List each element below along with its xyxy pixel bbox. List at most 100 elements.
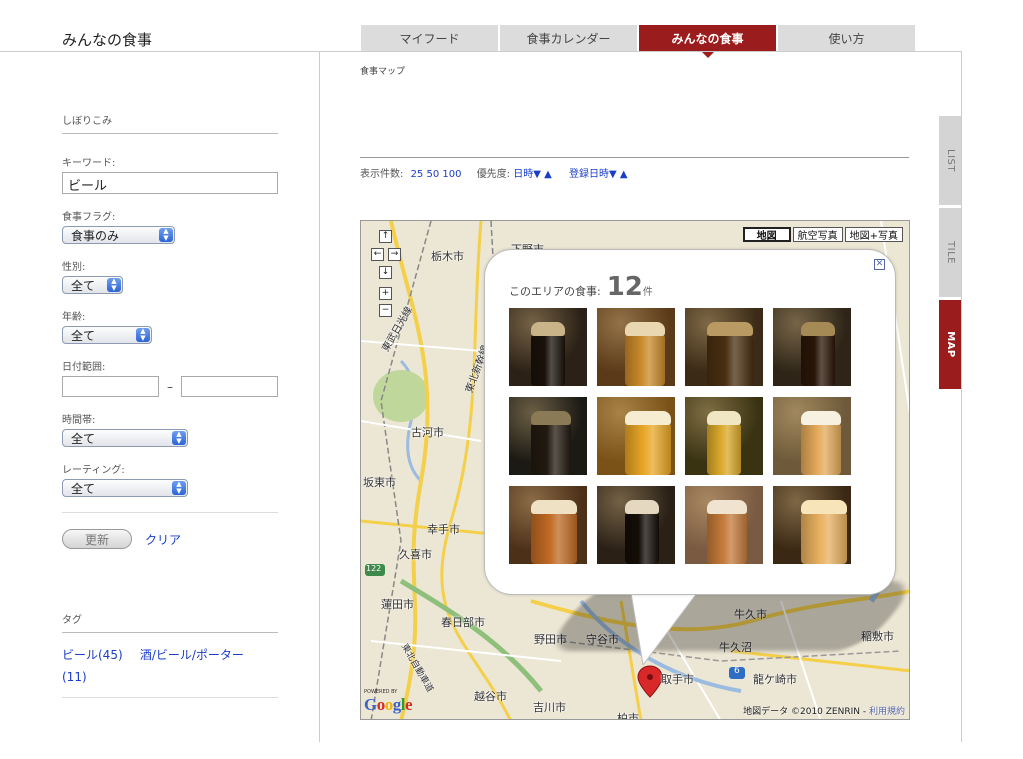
keyword-input[interactable]: ビール	[62, 172, 278, 194]
map-label-bando: 坂東市	[363, 476, 396, 489]
meal-map[interactable]: 栃木市 下野市 東武日光線 東北新幹線 古河市 坂東市 幸手市 久喜市 122 …	[360, 220, 910, 720]
date-to-input[interactable]	[181, 376, 278, 397]
count-50-link[interactable]: 50	[426, 169, 439, 180]
beer-glass	[625, 334, 665, 386]
map-label-kuki: 久喜市	[399, 548, 432, 561]
rating-value: 全て	[71, 481, 96, 496]
beer-foam	[707, 500, 747, 514]
popup-close-icon[interactable]: ✕	[874, 259, 885, 270]
display-count-label: 表示件数:	[360, 169, 404, 180]
meal-flag-select[interactable]: 食事のみ ▲ ▼	[62, 226, 175, 244]
beer-glass	[531, 512, 577, 564]
meal-photo-dark-bottles-chimay[interactable]	[685, 308, 763, 386]
side-tab-tile[interactable]: TILE	[939, 208, 961, 297]
select-arrows-icon: ▲ ▼	[172, 481, 186, 495]
select-arrows-icon: ▲ ▼	[107, 278, 121, 292]
pan-right-button[interactable]: →	[388, 248, 401, 261]
side-tab-map-label: MAP	[944, 331, 956, 358]
tab-meal-calendar[interactable]: 食事カレンダー	[500, 25, 637, 52]
priority-label: 優先度:	[476, 169, 511, 180]
map-label-kashiwa: 柏市	[617, 712, 639, 720]
meal-flag-value: 食事のみ	[71, 228, 120, 243]
clear-link[interactable]: クリア	[145, 531, 181, 548]
map-label-toride: 取手市	[661, 673, 694, 686]
pan-left-button[interactable]: ←	[371, 248, 384, 261]
meal-photo-lager-mug[interactable]	[597, 397, 675, 475]
meal-photo-dark-bottle-glass[interactable]	[509, 397, 587, 475]
meal-photo-bottles-on-table[interactable]	[685, 486, 763, 564]
popup-tail	[631, 593, 698, 665]
beer-glass	[707, 334, 753, 386]
meal-map-title: 食事マップ	[360, 67, 406, 77]
time-range-value: 全て	[71, 431, 96, 446]
meal-flag-label: 食事フラグ:	[62, 212, 116, 223]
map-label-satte: 幸手市	[427, 523, 460, 536]
pan-down-button[interactable]: ↓	[379, 266, 392, 279]
side-tab-map[interactable]: MAP	[939, 300, 961, 389]
sort-datetime-desc[interactable]: 日時▼	[513, 169, 541, 180]
beer-foam	[625, 322, 665, 336]
gender-value: 全て	[71, 278, 96, 293]
beer-glass	[707, 512, 747, 564]
side-tab-list[interactable]: LIST	[939, 116, 961, 205]
age-select[interactable]: 全て ▲ ▼	[62, 326, 152, 344]
popup-count-unit: 件	[642, 287, 653, 298]
tab-my-food[interactable]: マイフード	[361, 25, 498, 52]
meal-photo-amber-pint-bottles[interactable]	[597, 308, 675, 386]
zoom-out-button[interactable]: −	[379, 304, 392, 317]
count-25-link[interactable]: 25	[411, 169, 424, 180]
meal-photo-dark-stout-bottle[interactable]	[509, 308, 587, 386]
meal-photo-bottle-candlelight[interactable]	[773, 486, 851, 564]
count-100-link[interactable]: 100	[442, 169, 461, 180]
zoom-in-button[interactable]: +	[379, 287, 392, 300]
beer-foam	[625, 500, 659, 514]
tab-everyones-meals[interactable]: みんなの食事	[639, 25, 776, 58]
meal-photo-guinness-pint[interactable]	[597, 486, 675, 564]
update-button[interactable]: 更新	[62, 529, 132, 549]
sort-registered-desc[interactable]: 登録日時▼	[569, 169, 617, 180]
tab-how-to-use[interactable]: 使い方	[778, 25, 915, 52]
meal-photo-kirin-lager[interactable]	[685, 397, 763, 475]
meal-photo-hefeweizen-glass[interactable]	[773, 397, 851, 475]
side-tab-list-label: LIST	[944, 149, 956, 172]
site-title: みんなの食事	[62, 31, 153, 49]
filter-sidebar: しぼりこみ キーワード: ビール 食事フラグ: 食事のみ ▲ ▼ 性別: 全て ▲…	[62, 112, 278, 698]
date-from-input[interactable]	[62, 376, 159, 397]
filter-heading: しぼりこみ	[62, 112, 278, 134]
beer-glass	[801, 334, 835, 386]
map-type-hybrid[interactable]: 地図+写真	[844, 227, 903, 242]
beer-foam	[801, 411, 841, 425]
age-value: 全て	[71, 328, 96, 343]
date-range-separator: –	[167, 379, 173, 394]
terms-link[interactable]: 利用規約	[869, 707, 905, 717]
map-copyright: 地図データ ©2010 ZENRIN - 利用規約	[743, 704, 905, 717]
meal-photo-dark-ale-goblet[interactable]	[773, 308, 851, 386]
pan-up-button[interactable]: ↑	[379, 230, 392, 243]
map-type-satellite[interactable]: 航空写真	[792, 227, 843, 242]
gender-select[interactable]: 全て ▲ ▼	[62, 276, 123, 294]
select-arrows-icon: ▲ ▼	[159, 228, 173, 242]
beer-foam	[531, 322, 565, 336]
map-type-map[interactable]: 地図	[742, 227, 791, 242]
gender-label: 性別:	[62, 262, 86, 273]
sort-datetime-asc[interactable]: ▲	[544, 169, 552, 180]
date-range-row: –	[62, 376, 278, 397]
beer-glass	[801, 423, 841, 475]
meal-photo-amber-ale-glass[interactable]	[509, 486, 587, 564]
meal-thumbnail-grid	[509, 308, 851, 564]
rating-select[interactable]: 全て ▲ ▼	[62, 479, 188, 497]
map-type-switcher: 地図 航空写真 地図+写真	[741, 227, 903, 242]
copyright-text: 地図データ ©2010 ZENRIN -	[743, 707, 867, 717]
rating-label: レーティング:	[62, 465, 125, 476]
time-range-select[interactable]: 全て ▲ ▼	[62, 429, 188, 447]
left-divider	[319, 52, 320, 742]
map-label-kasukabe: 春日部市	[441, 616, 485, 629]
sort-registered-asc[interactable]: ▲	[620, 169, 628, 180]
beer-foam	[707, 411, 741, 425]
map-label-hasuda: 蓮田市	[381, 598, 414, 611]
time-range-label: 時間帯:	[62, 415, 96, 426]
tag-beer[interactable]: ビール(45)	[62, 648, 123, 662]
select-arrows-icon: ▲ ▼	[136, 328, 150, 342]
tag-list: ビール(45) 酒/ビール/ポーター(11)	[62, 645, 252, 689]
tabs-divider	[0, 51, 962, 52]
